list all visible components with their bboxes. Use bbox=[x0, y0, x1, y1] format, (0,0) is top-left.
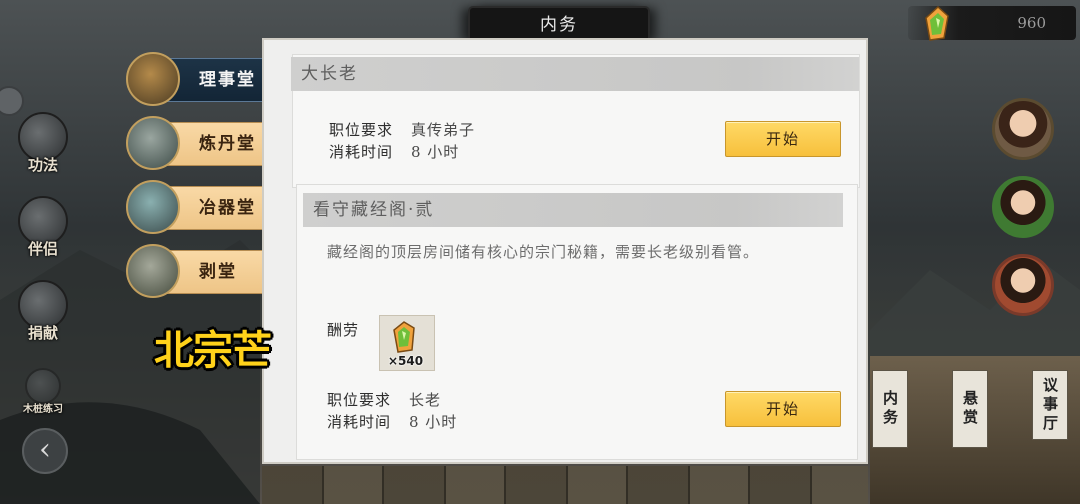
task-card: 看守藏经阁·贰 藏经阁的顶层房间储有核心的宗门秘籍，需要长老级别看管。 酬劳 ×… bbox=[296, 184, 858, 460]
spirit-stone-icon bbox=[918, 4, 958, 48]
left-menu-donate[interactable]: 捐献 bbox=[12, 280, 74, 343]
task-title: 大长老 bbox=[291, 57, 859, 91]
hall-tab-liandan[interactable]: 炼丹堂 bbox=[126, 116, 282, 170]
left-menu-label: 捐献 bbox=[27, 324, 58, 342]
watermark-text: 北宗芒 bbox=[154, 328, 272, 374]
left-menu-label: 伴侣 bbox=[27, 240, 58, 258]
task-card: 大长老 职位要求 真传弟子 消耗时间 8 小时 开始 bbox=[291, 54, 860, 188]
duration-value: 8 小时 bbox=[409, 413, 458, 431]
task-description: 藏经阁的顶层房间储有核心的宗门秘籍，需要长老级别看管。 bbox=[327, 243, 760, 261]
start-button[interactable]: 开始 bbox=[725, 391, 841, 427]
task-title: 看守藏经阁·贰 bbox=[303, 193, 843, 227]
disciple-portrait[interactable] bbox=[992, 254, 1054, 316]
disciple-portrait[interactable] bbox=[992, 176, 1054, 238]
left-menu-practice[interactable]: 木桩练习 bbox=[12, 368, 74, 415]
training-dummy-icon bbox=[25, 368, 61, 404]
reward-label: 酬劳 bbox=[327, 321, 360, 339]
left-menu-partner[interactable]: 伴侣 bbox=[12, 196, 74, 259]
duration-label: 消耗时间 bbox=[329, 143, 394, 161]
requirement-label: 职位要求 bbox=[327, 391, 392, 409]
right-menu-neiwu[interactable]: 内务 bbox=[872, 370, 908, 448]
back-button[interactable]: ‹ bbox=[22, 428, 68, 474]
hall-tab-bo[interactable]: 剥堂 bbox=[126, 244, 282, 298]
right-menu-xuanshang[interactable]: 悬赏 bbox=[952, 370, 988, 448]
chevron-left-icon: ‹ bbox=[39, 432, 51, 467]
task-panel: 大长老 职位要求 真传弟子 消耗时间 8 小时 开始 看守藏经阁·贰 藏经阁的顶层房… bbox=[262, 38, 868, 464]
task-requirement: 职位要求 真传弟子 bbox=[329, 119, 475, 140]
task-requirement: 职位要求 长老 bbox=[327, 389, 441, 410]
task-duration: 消耗时间 8 小时 bbox=[329, 141, 459, 162]
requirement-label: 职位要求 bbox=[329, 121, 394, 139]
left-menu-gongfa[interactable]: 功法 bbox=[12, 112, 74, 175]
disciple-portrait[interactable] bbox=[992, 98, 1054, 160]
hall-tab-yeqi[interactable]: 冶器堂 bbox=[126, 180, 282, 234]
pavilion-icon bbox=[126, 52, 180, 106]
requirement-value: 真传弟子 bbox=[411, 121, 476, 139]
duration-label: 消耗时间 bbox=[327, 413, 392, 431]
start-button[interactable]: 开始 bbox=[725, 121, 841, 157]
duration-value: 8 小时 bbox=[411, 143, 460, 161]
workshop-icon bbox=[126, 244, 180, 298]
forge-icon bbox=[126, 180, 180, 234]
reward-item[interactable]: ×540 bbox=[379, 315, 435, 371]
currency-display: 960 bbox=[908, 5, 1076, 41]
hall-tab-lishi[interactable]: 理事堂 bbox=[126, 52, 282, 106]
task-duration: 消耗时间 8 小时 bbox=[327, 411, 457, 432]
page-title: 内务 bbox=[470, 8, 648, 42]
alchemy-cauldron-icon bbox=[126, 116, 180, 170]
left-menu-label: 功法 bbox=[27, 156, 58, 174]
currency-value: 960 bbox=[1017, 14, 1046, 32]
requirement-value: 长老 bbox=[409, 391, 442, 409]
bottom-decor-strip bbox=[262, 466, 868, 504]
right-menu-yishiting[interactable]: 议事厅 bbox=[1032, 370, 1068, 440]
reward-count: ×540 bbox=[388, 354, 424, 368]
